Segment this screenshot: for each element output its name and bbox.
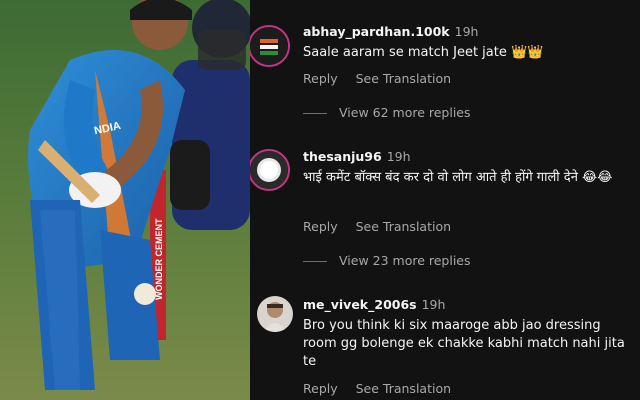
reply-button[interactable]: Reply xyxy=(303,381,338,396)
username-text[interactable]: abhay_pardhan.100k xyxy=(303,24,450,39)
avatar-image xyxy=(257,296,293,332)
batsman-image: WONDER CEMENT INDIA xyxy=(0,0,250,400)
comment-time: 19h xyxy=(386,149,411,164)
reply-button[interactable]: Reply xyxy=(303,71,338,86)
avatar[interactable] xyxy=(257,296,293,332)
view-replies-button[interactable]: View 23 more replies xyxy=(303,253,471,268)
divider-line xyxy=(303,113,327,114)
comment-actions: Reply See Translation xyxy=(303,219,451,234)
comment-time: 19h xyxy=(454,24,479,39)
comment-username[interactable]: me_vivek_2006s 19h xyxy=(303,297,445,312)
see-translation-button[interactable]: See Translation xyxy=(356,71,451,86)
stump-ad-text: WONDER CEMENT xyxy=(154,218,164,300)
avatar-image xyxy=(250,27,288,65)
avatar[interactable] xyxy=(250,149,290,191)
username-text[interactable]: me_vivek_2006s xyxy=(303,297,417,312)
comment-text: भाई कमेंट बॉक्स बंद कर दो वो लोग आते ही … xyxy=(303,170,613,185)
comment-text: Bro you think ki six maaroge abb jao dre… xyxy=(303,318,625,369)
comments-panel: abhay_pardhan.100k 19h Saale aaram se mat… xyxy=(250,0,640,400)
view-replies-button[interactable]: View 62 more replies xyxy=(303,105,471,120)
view-replies-label[interactable]: View 62 more replies xyxy=(339,105,471,120)
comment-text: Saale aaram se match Jeet jate 👑👑 xyxy=(303,45,544,60)
comment-username[interactable]: thesanju96 19h xyxy=(303,149,411,164)
divider-line xyxy=(303,261,327,262)
see-translation-button[interactable]: See Translation xyxy=(356,219,451,234)
comment-actions: Reply See Translation xyxy=(303,381,451,396)
cricket-photo: WONDER CEMENT INDIA xyxy=(0,0,250,400)
reply-button[interactable]: Reply xyxy=(303,219,338,234)
comment-time: 19h xyxy=(421,297,446,312)
comment-actions: Reply See Translation xyxy=(303,71,451,86)
username-text[interactable]: thesanju96 xyxy=(303,149,382,164)
comment-username[interactable]: abhay_pardhan.100k 19h xyxy=(303,24,478,39)
screen: WONDER CEMENT INDIA abhay_pardhan.100k 1… xyxy=(0,0,640,400)
avatar-image xyxy=(250,151,288,189)
see-translation-button[interactable]: See Translation xyxy=(356,381,451,396)
avatar[interactable] xyxy=(250,25,290,67)
view-replies-label[interactable]: View 23 more replies xyxy=(339,253,471,268)
